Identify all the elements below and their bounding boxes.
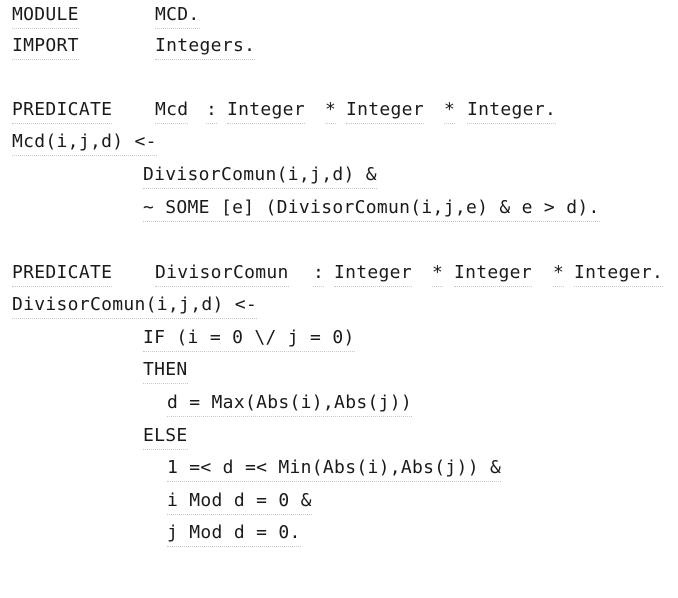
- clause-body: ~ SOME [e] (DivisorComun(i,j,e) & e > d)…: [143, 195, 600, 222]
- code-line-divisorcomun-head: DivisorComun(i,j,d) <-: [12, 292, 258, 319]
- predicate-keyword: PREDICATE: [12, 260, 113, 287]
- type-separator: :: [313, 260, 325, 287]
- clause-head: Mcd(i,j,d) <-: [12, 129, 157, 156]
- type-integer: Integer: [334, 260, 412, 287]
- clause-body: DivisorComun(i,j,d) &: [143, 162, 377, 189]
- module-keyword: MODULE: [12, 2, 79, 29]
- type-integer: Integer.: [467, 97, 557, 124]
- code-line-then: THEN: [143, 357, 188, 384]
- else-body: 1 =< d =< Min(Abs(i),Abs(j)) &: [167, 455, 502, 482]
- clause-head: DivisorComun(i,j,d) <-: [12, 292, 258, 319]
- type-product-operator: *: [553, 260, 565, 287]
- code-line-mcd-body-2: ~ SOME [e] (DivisorComun(i,j,e) & e > d)…: [143, 195, 600, 222]
- type-product-operator: *: [325, 97, 337, 124]
- code-listing: MODULE MCD. IMPORT Integers. PREDICATE M…: [0, 0, 678, 551]
- import-keyword: IMPORT: [12, 33, 79, 60]
- then-keyword: THEN: [143, 357, 188, 384]
- import-name: Integers.: [155, 33, 256, 60]
- code-line-else-body-1: 1 =< d =< Min(Abs(i),Abs(j)) &: [167, 455, 502, 482]
- then-body: d = Max(Abs(i),Abs(j)): [167, 390, 413, 417]
- type-integer: Integer.: [574, 260, 664, 287]
- code-line-else: ELSE: [143, 423, 188, 450]
- code-line-mcd-head: Mcd(i,j,d) <-: [12, 129, 157, 156]
- code-line-else-body-3: j Mod d = 0.: [167, 520, 301, 547]
- type-integer: Integer: [227, 97, 305, 124]
- type-integer: Integer: [346, 97, 424, 124]
- code-line-mcd-body-1: DivisorComun(i,j,d) &: [143, 162, 377, 189]
- predicate-name: Mcd: [155, 97, 189, 124]
- predicate-name: DivisorComun: [155, 260, 289, 287]
- type-product-operator: *: [444, 97, 456, 124]
- code-line-then-body: d = Max(Abs(i),Abs(j)): [167, 390, 413, 417]
- else-body: i Mod d = 0 &: [167, 488, 312, 515]
- code-line-predicate-divisorcomun: PREDICATE DivisorComun : Integer * Integ…: [12, 260, 664, 287]
- type-separator: :: [206, 97, 218, 124]
- predicate-keyword: PREDICATE: [12, 97, 113, 124]
- type-product-operator: *: [432, 260, 444, 287]
- if-condition: IF (i = 0 \/ j = 0): [143, 325, 355, 352]
- else-body: j Mod d = 0.: [167, 520, 301, 547]
- type-integer: Integer: [454, 260, 532, 287]
- code-line-import: IMPORT Integers.: [12, 33, 256, 60]
- code-line-if: IF (i = 0 \/ j = 0): [143, 325, 355, 352]
- code-line-else-body-2: i Mod d = 0 &: [167, 488, 312, 515]
- else-keyword: ELSE: [143, 423, 188, 450]
- code-line-module: MODULE MCD.: [12, 2, 200, 29]
- module-name: MCD.: [155, 2, 200, 29]
- code-line-predicate-mcd: PREDICATE Mcd : Integer * Integer * Inte…: [12, 97, 557, 124]
